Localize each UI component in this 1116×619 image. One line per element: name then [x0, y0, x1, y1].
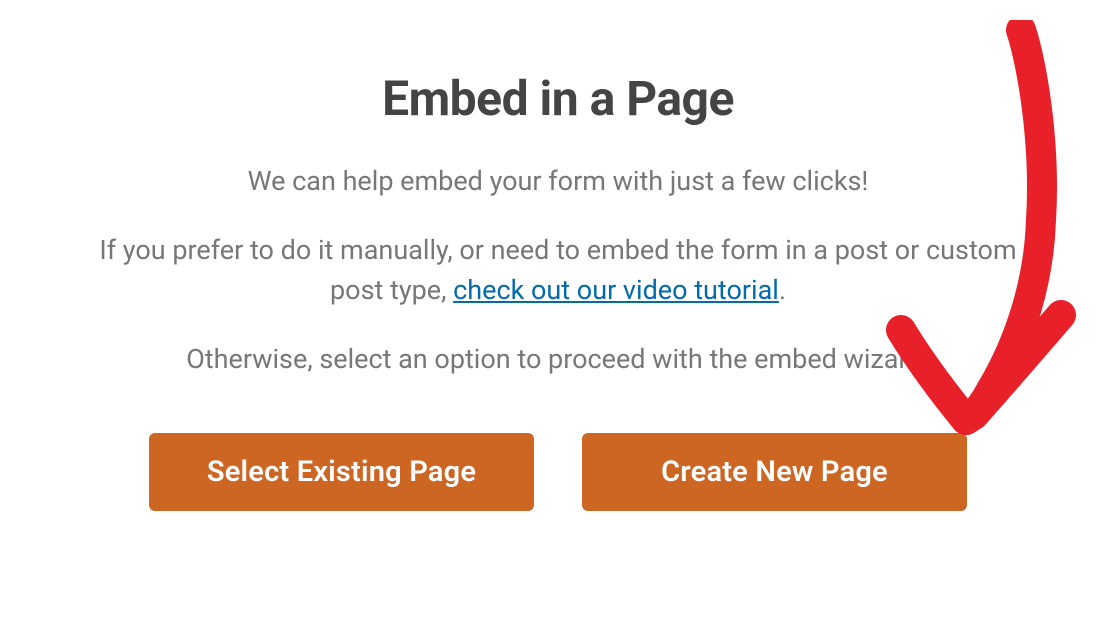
embed-title: Embed in a Page: [0, 70, 1116, 127]
description-suffix: .: [779, 274, 786, 306]
embed-description: We can help embed your form with just a …: [98, 161, 1018, 379]
description-line-1: We can help embed your form with just a …: [98, 161, 1018, 202]
description-line-2: If you prefer to do it manually, or need…: [98, 230, 1018, 311]
video-tutorial-link[interactable]: check out our video tutorial: [453, 274, 779, 306]
embed-modal: Embed in a Page We can help embed your f…: [0, 0, 1116, 511]
button-row: Select Existing Page Create New Page: [0, 433, 1116, 511]
description-line-3: Otherwise, select an option to proceed w…: [98, 339, 1018, 380]
select-existing-page-button[interactable]: Select Existing Page: [149, 433, 534, 511]
create-new-page-button[interactable]: Create New Page: [582, 433, 967, 511]
